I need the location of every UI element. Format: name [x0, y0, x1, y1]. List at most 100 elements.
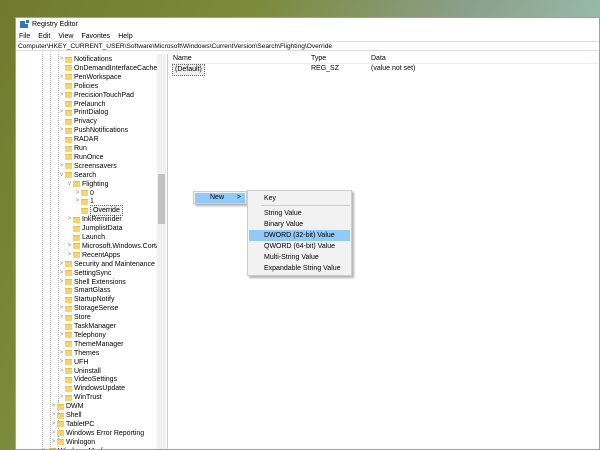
chevron-right-icon[interactable]: >	[74, 189, 81, 198]
chevron-right-icon[interactable]: >	[58, 126, 65, 135]
folder-icon	[57, 404, 64, 410]
tree-scrollbar[interactable]	[157, 54, 166, 449]
tree-node[interactable]: >SettingSync	[58, 269, 111, 278]
tree-node[interactable]: >TabletPC	[50, 420, 94, 429]
chevron-right-icon[interactable]: >	[50, 438, 57, 447]
menu-edit[interactable]: Edit	[38, 33, 50, 40]
tree-node[interactable]: VideoSettings	[58, 375, 117, 384]
submenu-binary-value[interactable]: Binary Value	[249, 219, 350, 230]
tree-node[interactable]: Override	[74, 206, 123, 215]
tree-node[interactable]: >StorageSense	[58, 304, 118, 313]
tree-node[interactable]: vSearch	[58, 171, 96, 180]
tree-node[interactable]: >RecentApps	[66, 251, 120, 260]
tree-node[interactable]: Privacy	[58, 117, 97, 126]
chevron-right-icon[interactable]: >	[42, 447, 49, 449]
tree-node[interactable]: >Store	[58, 313, 91, 322]
column-data[interactable]: Data	[371, 54, 386, 64]
chevron-right-icon[interactable]: >	[58, 91, 65, 100]
tree-node[interactable]: Run	[58, 144, 87, 153]
tree-node[interactable]: >PushNotifications	[58, 126, 128, 135]
submenu-multi-string-value[interactable]: Multi-String Value	[249, 252, 350, 263]
chevron-right-icon[interactable]: >	[58, 55, 65, 64]
tree-node-label: ThemeManager	[74, 340, 123, 349]
tree-node[interactable]: >WinTrust	[58, 393, 102, 402]
tree-node[interactable]: >Security and Maintenance	[58, 260, 155, 269]
submenu-dword-value[interactable]: DWORD (32-bit) Value	[249, 230, 350, 241]
column-name[interactable]: Name	[173, 54, 192, 64]
tree-node[interactable]: >Screensavers	[58, 162, 117, 171]
menu-item-new[interactable]: New>	[195, 193, 245, 203]
folder-icon	[65, 163, 72, 169]
chevron-right-icon[interactable]: >	[66, 215, 73, 224]
folder-icon	[65, 101, 72, 107]
tree-node[interactable]: RunOnce	[58, 153, 104, 162]
chevron-right-icon[interactable]: >	[58, 269, 65, 278]
chevron-right-icon[interactable]: >	[50, 420, 57, 429]
chevron-right-icon[interactable]: >	[66, 251, 73, 260]
chevron-right-icon[interactable]: >	[58, 331, 65, 340]
address-bar[interactable]: Computer\HKEY_CURRENT_USER\Software\Micr…	[16, 41, 599, 51]
submenu-qword-value[interactable]: QWORD (64-bit) Value	[249, 241, 350, 252]
chevron-right-icon[interactable]: >	[58, 108, 65, 117]
menu-file[interactable]: File	[19, 33, 30, 40]
chevron-right-icon[interactable]: >	[58, 304, 65, 313]
scrollbar-thumb[interactable]	[158, 174, 165, 224]
tree-node[interactable]: TaskManager	[58, 322, 116, 331]
tree-node[interactable]: >PenWorkspace	[58, 73, 121, 82]
tree-node[interactable]: SmartGlass	[58, 286, 111, 295]
chevron-right-icon[interactable]: >	[58, 73, 65, 82]
tree-node[interactable]: Launch	[66, 233, 105, 242]
tree-node[interactable]: >PrecisionTouchPad	[58, 91, 134, 100]
chevron-right-icon[interactable]: >	[66, 242, 73, 251]
tree-node[interactable]: StartupNotify	[58, 295, 114, 304]
submenu-key[interactable]: Key	[249, 193, 350, 204]
chevron-down-icon[interactable]: v	[66, 180, 73, 189]
chevron-right-icon[interactable]: >	[50, 402, 57, 411]
chevron-down-icon[interactable]: v	[58, 171, 65, 180]
menu-favorites[interactable]: Favorites	[81, 33, 110, 40]
tree-node[interactable]: >UFH	[58, 358, 88, 367]
tree-node[interactable]: >Windows Media	[42, 447, 107, 449]
chevron-right-icon[interactable]: >	[58, 162, 65, 171]
chevron-right-icon[interactable]: >	[50, 411, 57, 420]
chevron-right-icon[interactable]: >	[58, 260, 65, 269]
submenu-string-value[interactable]: String Value	[249, 208, 350, 219]
tree-node[interactable]: >InkReminder	[66, 215, 122, 224]
chevron-right-icon[interactable]: >	[58, 358, 65, 367]
folder-icon	[73, 181, 80, 187]
tree-node[interactable]: >PrintDialog	[58, 108, 108, 117]
chevron-right-icon[interactable]: >	[58, 278, 65, 287]
tree-node[interactable]: >Windows Error Reporting	[50, 429, 144, 438]
tree-node[interactable]: JumplistData	[66, 224, 122, 233]
menu-help[interactable]: Help	[118, 33, 132, 40]
tree-node[interactable]: Policies	[58, 82, 98, 91]
tree-node[interactable]: >Themes	[58, 349, 99, 358]
tree-node[interactable]: >Uninstall	[58, 367, 101, 376]
submenu-expandable-string-value[interactable]: Expandable String Value	[249, 263, 350, 274]
chevron-right-icon[interactable]: >	[74, 197, 81, 206]
chevron-right-icon[interactable]: >	[50, 429, 57, 438]
chevron-right-icon[interactable]: >	[58, 393, 65, 402]
tree-node[interactable]: >Microsoft.Windows.Cortana_	[66, 242, 166, 251]
tree-node[interactable]: OnDemandInterfaceCache	[58, 64, 157, 73]
value-name: (Default)	[172, 64, 205, 76]
tree-node[interactable]: WindowsUpdate	[58, 384, 125, 393]
tree-node[interactable]: >Telephony	[58, 331, 106, 340]
menu-view[interactable]: View	[58, 33, 73, 40]
chevron-right-icon[interactable]: >	[58, 367, 65, 376]
tree-node[interactable]: >DWM	[50, 402, 84, 411]
chevron-right-icon[interactable]: >	[58, 349, 65, 358]
tree-node[interactable]: RADAR	[58, 135, 99, 144]
tree-node[interactable]: vFlighting	[66, 180, 108, 189]
chevron-right-icon[interactable]: >	[58, 313, 65, 322]
tree-node[interactable]: Prelaunch	[58, 100, 106, 109]
tree-node[interactable]: >Notifications	[58, 55, 112, 64]
tree-node[interactable]: > Shell	[50, 411, 82, 420]
column-type[interactable]: Type	[311, 54, 326, 64]
list-row[interactable]: ab(Default) REG_SZ (value not set)	[168, 64, 599, 74]
tree-node[interactable]: >Winlogon	[50, 438, 95, 447]
tree-node[interactable]: ThemeManager	[58, 340, 123, 349]
tree-node-label: Shell	[66, 411, 82, 420]
tree-node[interactable]: >Shell Extensions	[58, 278, 126, 287]
tree-node[interactable]: >0	[74, 189, 94, 198]
